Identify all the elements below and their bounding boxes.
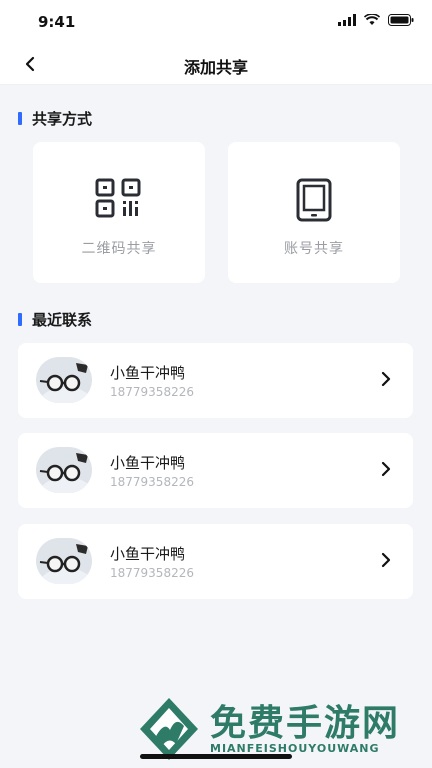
status-bar: 9:41 <box>0 0 432 44</box>
nav-bar: 添加共享 <box>0 44 432 85</box>
avatar <box>36 447 92 493</box>
qr-share-label: 二维码共享 <box>81 241 157 257</box>
wifi-icon <box>364 14 380 25</box>
qr-share-card[interactable]: 二维码共享 <box>33 142 205 283</box>
qr-code-icon <box>95 178 141 218</box>
watermark-logo-icon <box>140 698 198 760</box>
share-section-header: 共享方式 <box>18 108 92 129</box>
contact-name: 小鱼干冲鸭 <box>110 364 186 382</box>
contact-name: 小鱼干冲鸭 <box>110 454 186 472</box>
account-share-card[interactable]: 账号共享 <box>228 142 400 283</box>
chevron-right-icon <box>381 552 391 568</box>
contact-phone: 18779358226 <box>110 566 194 580</box>
home-indicator <box>140 754 292 759</box>
battery-icon <box>388 14 414 26</box>
glasses-avatar-icon <box>37 453 92 493</box>
section-accent-bar <box>18 313 22 326</box>
recent-section-title: 最近联系 <box>32 311 93 329</box>
recent-section-header: 最近联系 <box>18 309 92 330</box>
share-section-title: 共享方式 <box>32 110 93 128</box>
watermark-title: 免费手游网 <box>210 703 401 744</box>
avatar <box>36 357 92 403</box>
contact-phone: 18779358226 <box>110 475 194 489</box>
chevron-right-icon <box>381 461 391 477</box>
contact-row[interactable]: 小鱼干冲鸭 18779358226 <box>18 524 413 599</box>
status-icons <box>338 14 414 26</box>
chevron-right-icon <box>381 371 391 387</box>
contact-row[interactable]: 小鱼干冲鸭 18779358226 <box>18 433 413 508</box>
status-time: 9:41 <box>38 13 76 31</box>
contact-name: 小鱼干冲鸭 <box>110 545 186 563</box>
tablet-icon <box>296 178 332 222</box>
page-title: 添加共享 <box>183 58 248 77</box>
avatar <box>36 538 92 584</box>
glasses-avatar-icon <box>37 363 92 403</box>
contact-row[interactable]: 小鱼干冲鸭 18779358226 <box>18 343 413 418</box>
account-share-label: 账号共享 <box>284 241 344 257</box>
section-accent-bar <box>18 112 22 125</box>
contact-phone: 18779358226 <box>110 385 194 399</box>
signal-icon <box>338 14 356 26</box>
glasses-avatar-icon <box>37 544 92 584</box>
